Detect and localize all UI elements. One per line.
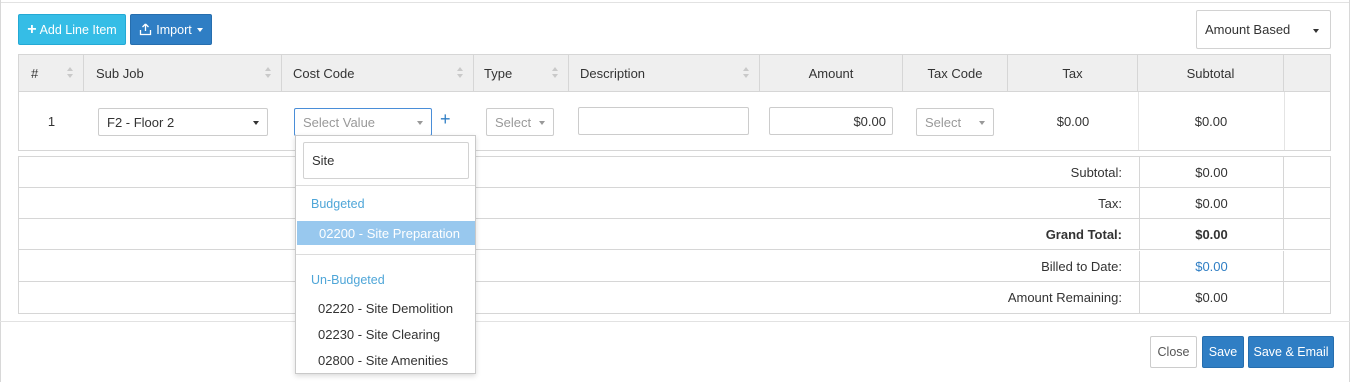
column-label: Tax xyxy=(1062,66,1083,81)
column-label: Amount xyxy=(808,66,854,81)
totals-row-subtotal: Subtotal: $0.00 xyxy=(19,157,1330,188)
totals-row-billed-to-date: Billed to Date: $0.00 xyxy=(19,251,1330,282)
sort-icon xyxy=(457,67,463,79)
footer-divider xyxy=(0,321,1350,322)
totals-row-amount-remaining: Amount Remaining: $0.00 xyxy=(19,282,1330,313)
group-label-unbudgeted: Un-Budgeted xyxy=(311,273,385,287)
column-label: Description xyxy=(580,66,646,81)
cost-code-select[interactable]: Select Value xyxy=(294,108,432,136)
group-label-budgeted: Budgeted xyxy=(311,197,365,211)
close-button[interactable]: Close xyxy=(1150,336,1197,368)
import-button[interactable]: Import xyxy=(130,14,212,45)
totals-label: Tax: xyxy=(1098,196,1122,211)
column-label: Tax Code xyxy=(927,66,983,81)
totals-value: $0.00 xyxy=(1139,219,1284,250)
sub-job-select[interactable]: F2 - Floor 2 xyxy=(98,108,268,136)
column-header-number[interactable]: # xyxy=(19,55,84,92)
column-label: Sub Job xyxy=(96,66,144,81)
tax-value: $0.00 xyxy=(1056,113,1090,129)
modal-top-border xyxy=(0,0,1350,3)
sort-icon xyxy=(67,67,73,79)
type-select[interactable]: Select xyxy=(486,108,554,136)
subtotal-value: $0.00 xyxy=(1194,113,1228,129)
tax-code-select[interactable]: Select xyxy=(916,108,994,136)
chevron-down-icon xyxy=(979,121,985,125)
chevron-down-icon xyxy=(196,27,203,32)
save-button[interactable]: Save xyxy=(1202,336,1244,368)
cost-code-placeholder: Select Value xyxy=(303,114,376,130)
tax-code-placeholder: Select xyxy=(925,114,962,130)
chevron-down-icon xyxy=(539,121,545,125)
chevron-down-icon xyxy=(1313,29,1319,33)
add-cost-code-icon[interactable]: + xyxy=(440,110,451,128)
column-header-subtotal: Subtotal xyxy=(1138,55,1284,92)
dropdown-option[interactable]: 02220 - Site Demolition xyxy=(296,296,475,320)
sort-icon xyxy=(743,67,749,79)
sort-icon xyxy=(552,67,558,79)
amount-mode-value: Amount Based xyxy=(1205,22,1291,37)
amount-mode-select[interactable]: Amount Based xyxy=(1196,10,1331,49)
billed-to-date-link[interactable]: $0.00 xyxy=(1139,251,1284,282)
import-label: Import xyxy=(156,22,192,37)
modal-left-border xyxy=(0,0,1,382)
totals-row-tax: Tax: $0.00 xyxy=(19,188,1330,219)
description-input[interactable] xyxy=(578,107,749,135)
upload-icon xyxy=(140,23,152,36)
column-divider xyxy=(1284,92,1285,150)
totals-label: Grand Total: xyxy=(1045,227,1122,242)
column-header-tax-code: Tax Code xyxy=(903,55,1008,92)
dropdown-option[interactable]: 02800 - Site Amenities xyxy=(296,348,475,372)
totals-value: $0.00 xyxy=(1139,157,1284,188)
chevron-down-icon xyxy=(253,121,259,125)
totals-value: $0.00 xyxy=(1139,282,1284,313)
line-items-header: # Sub Job Cost Code Type Description Amo… xyxy=(18,54,1331,92)
save-and-email-button[interactable]: Save & Email xyxy=(1248,336,1334,368)
plus-icon: + xyxy=(27,20,37,38)
column-label: Type xyxy=(484,66,513,81)
totals-row-grand-total: Grand Total: $0.00 xyxy=(19,219,1330,250)
column-label: # xyxy=(31,66,39,81)
column-label: Cost Code xyxy=(293,66,355,81)
dropdown-divider xyxy=(296,185,475,186)
totals-label: Amount Remaining: xyxy=(1007,290,1122,305)
column-label: Subtotal xyxy=(1186,66,1235,81)
amount-input[interactable]: $0.00 xyxy=(769,107,893,135)
column-header-sub-job[interactable]: Sub Job xyxy=(84,55,282,92)
column-header-description[interactable]: Description xyxy=(569,55,760,92)
totals-table: Subtotal: $0.00 Tax: $0.00 Grand Total: … xyxy=(18,156,1331,314)
column-header-cost-code[interactable]: Cost Code xyxy=(282,55,474,92)
row-number: 1 xyxy=(47,113,56,129)
cost-code-search-input[interactable]: Site xyxy=(303,142,469,179)
add-line-item-button[interactable]: + Add Line Item xyxy=(18,14,126,45)
sort-icon xyxy=(265,67,271,79)
sub-job-value: F2 - Floor 2 xyxy=(107,114,175,130)
dropdown-divider xyxy=(296,254,475,255)
dropdown-option[interactable]: 02230 - Site Clearing xyxy=(296,322,475,346)
add-line-item-label: Add Line Item xyxy=(39,22,117,37)
dropdown-option[interactable]: 02200 - Site Preparation xyxy=(297,221,475,245)
totals-value: $0.00 xyxy=(1139,188,1284,219)
column-header-amount: Amount xyxy=(760,55,903,92)
totals-label: Billed to Date: xyxy=(1041,259,1122,274)
cost-code-dropdown: Site Budgeted 02200 - Site Preparation U… xyxy=(295,135,476,374)
chevron-down-icon xyxy=(417,121,423,125)
column-header-tax: Tax xyxy=(1008,55,1138,92)
type-placeholder: Select xyxy=(495,114,532,130)
amount-value: $0.00 xyxy=(853,113,886,129)
column-header-type[interactable]: Type xyxy=(474,55,569,92)
totals-label: Subtotal: xyxy=(1070,165,1122,180)
